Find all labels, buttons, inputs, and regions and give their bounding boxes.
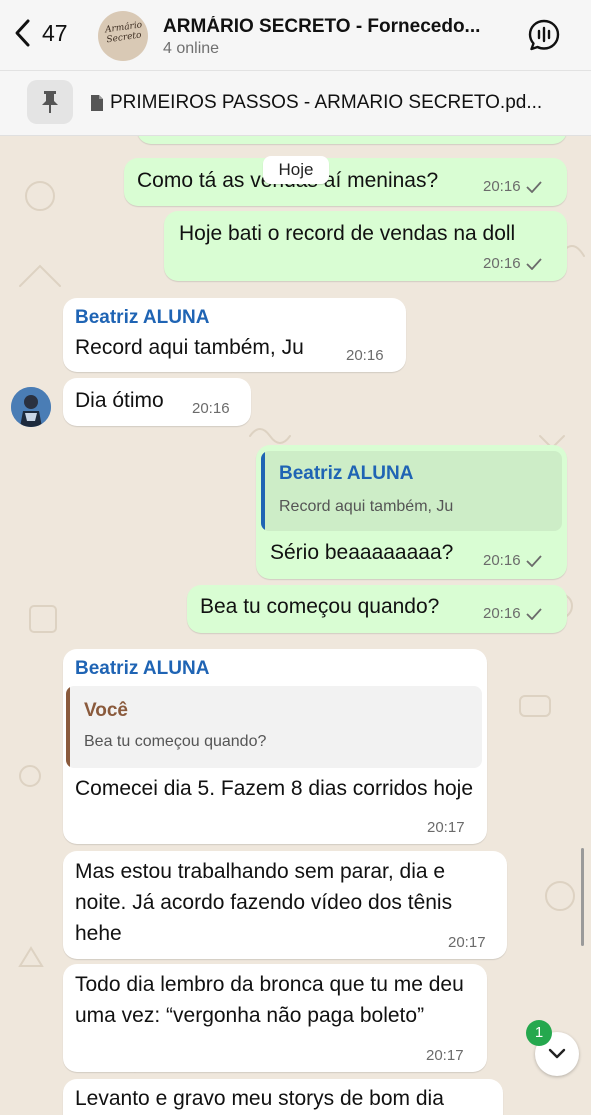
message-meta: 20:16 xyxy=(483,605,542,622)
group-logo: Armário Secreto xyxy=(104,20,143,46)
pinned-document[interactable]: PRIMEIROS PASSOS - ARMARIO SECRETO.pd... xyxy=(90,92,542,114)
message-text: Mas estou trabalhando sem parar, dia e n… xyxy=(75,860,453,945)
message-bubble-incoming[interactable]: Beatriz ALUNA Record aqui também, Ju 20:… xyxy=(63,298,406,372)
message-text: Comecei dia 5. Fazem 8 dias corridos hoj… xyxy=(75,777,474,800)
delivered-check-icon xyxy=(525,257,542,270)
message-text: Dia ótimo xyxy=(75,389,164,412)
scrollbar[interactable] xyxy=(581,848,584,946)
quote-bar xyxy=(66,686,70,768)
chevron-left-icon xyxy=(15,19,30,47)
delivered-check-icon xyxy=(525,180,542,193)
message-bubble-incoming-reply[interactable]: Beatriz ALUNA Você Bea tu começou quando… xyxy=(63,649,487,844)
pinned-message-bar[interactable]: PRIMEIROS PASSOS - ARMARIO SECRETO.pd... xyxy=(0,71,591,136)
unread-chats-count: 47 xyxy=(42,19,68,46)
back-button[interactable]: 47 xyxy=(12,18,68,48)
chevron-down-icon xyxy=(548,1048,566,1059)
message-bubble-incoming[interactable]: Dia ótimo 20:16 xyxy=(63,378,251,426)
message-meta: 20:16 xyxy=(483,255,542,272)
unread-badge: 1 xyxy=(526,1020,552,1046)
chat-header: 47 Armário Secreto ARMÁRIO SECRETO - Forn… xyxy=(0,0,591,71)
message-time: 20:17 xyxy=(427,819,465,836)
message-text: Sério beaaaaaaaa? xyxy=(270,541,454,564)
message-time: 20:16 xyxy=(483,552,521,569)
member-photo xyxy=(11,387,51,427)
message-text: Record aqui também, Ju xyxy=(75,336,304,359)
message-meta: 20:16 xyxy=(483,552,542,569)
online-status: 4 online xyxy=(163,40,220,57)
sender-name[interactable]: Beatriz ALUNA xyxy=(75,307,209,329)
message-time: 20:16 xyxy=(483,605,521,622)
member-avatar[interactable] xyxy=(11,387,51,427)
message-meta: 20:16 xyxy=(483,178,542,195)
sender-name[interactable]: Beatriz ALUNA xyxy=(75,658,209,680)
pin-button[interactable] xyxy=(27,80,73,124)
quoted-message[interactable]: Você Bea tu começou quando? xyxy=(66,686,482,768)
delivered-check-icon xyxy=(525,607,542,620)
message-bubble-outgoing[interactable]: Bea tu começou quando? 20:16 xyxy=(187,585,567,633)
message-time: 20:16 xyxy=(483,178,521,195)
message-text: Hoje bati o record de vendas na doll xyxy=(179,222,516,245)
message-time: 20:16 xyxy=(192,400,230,417)
message-bubble-incoming[interactable]: Mas estou trabalhando sem parar, dia e n… xyxy=(63,851,507,959)
message-text: Levanto e gravo meu storys de bom dia xyxy=(75,1087,444,1110)
quote-bar xyxy=(261,451,265,531)
message-text: Todo dia lembro da bronca que tu me deu … xyxy=(75,973,464,1027)
quoted-text: Bea tu começou quando? xyxy=(84,733,267,750)
message-time: 20:17 xyxy=(426,1047,464,1064)
quoted-sender: Beatriz ALUNA xyxy=(279,463,414,484)
group-avatar[interactable]: Armário Secreto xyxy=(98,11,148,61)
message-bubble-outgoing-reply[interactable]: Beatriz ALUNA Record aqui também, Ju Sér… xyxy=(256,445,567,579)
message-text: Bea tu começou quando? xyxy=(200,595,440,618)
quoted-text: Record aqui também, Ju xyxy=(279,498,454,515)
pin-icon xyxy=(42,91,58,113)
message-time: 20:16 xyxy=(346,347,384,364)
message-bubble-outgoing-partial[interactable] xyxy=(137,136,567,144)
quoted-message[interactable]: Beatriz ALUNA Record aqui também, Ju xyxy=(261,451,562,531)
message-list[interactable]: Como tá as vendas aí meninas? 20:16 Hoje… xyxy=(0,136,591,1115)
group-title[interactable]: ARMÁRIO SECRETO - Fornecedo... xyxy=(163,16,503,38)
voice-chat-icon[interactable] xyxy=(527,18,561,52)
document-icon xyxy=(91,95,103,111)
message-bubble-outgoing[interactable]: Hoje bati o record de vendas na doll 20:… xyxy=(164,211,567,281)
delivered-check-icon xyxy=(525,554,542,567)
date-chip: Hoje xyxy=(263,156,329,184)
message-bubble-incoming[interactable]: Todo dia lembro da bronca que tu me deu … xyxy=(63,964,487,1072)
quoted-sender: Você xyxy=(84,700,129,721)
message-bubble-outgoing[interactable]: Como tá as vendas aí meninas? 20:16 xyxy=(124,158,567,206)
message-bubble-incoming[interactable]: Levanto e gravo meu storys de bom dia xyxy=(63,1079,503,1115)
message-time: 20:17 xyxy=(448,934,486,951)
pinned-document-name: PRIMEIROS PASSOS - ARMARIO SECRETO.pd... xyxy=(110,92,543,113)
message-time: 20:16 xyxy=(483,255,521,272)
